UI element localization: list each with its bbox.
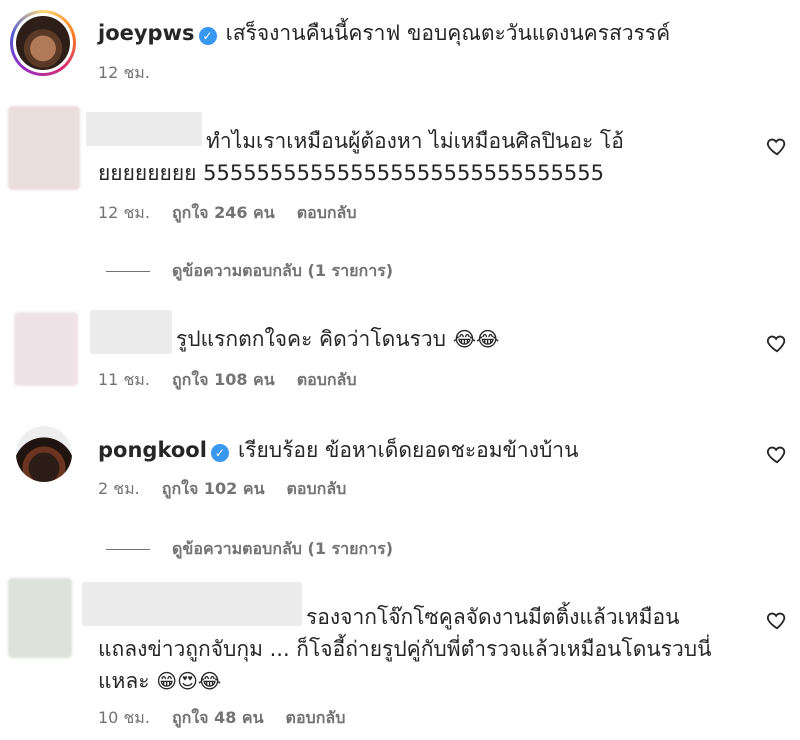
comment-time: 10 ชม. xyxy=(98,708,150,727)
comment-time: 12 ชม. xyxy=(98,203,150,222)
comment-row: pongkool ✓ เรียบร้อย ข้อหาเด็ดยอดชะอมข้าง… xyxy=(98,434,578,467)
heart-outline-icon[interactable] xyxy=(766,609,788,635)
heart-outline-icon[interactable] xyxy=(766,135,788,161)
avatar[interactable] xyxy=(14,312,78,386)
comment-time: 2 ชม. xyxy=(98,479,140,498)
comment-text: ยยยยยยยย 555555555555555555555555555555 xyxy=(98,161,604,185)
caption-username[interactable]: joeypws xyxy=(98,21,195,45)
view-replies-button[interactable]: ดูข้อความตอบกลับ (1 รายการ) xyxy=(106,259,393,284)
comment-time: 11 ชม. xyxy=(98,370,150,389)
reply-button[interactable]: ตอบกลับ xyxy=(297,370,357,389)
comment-text: เรียบร้อย ข้อหาเด็ดยอดชะอมข้างบ้าน xyxy=(238,438,579,462)
likes-count[interactable]: ถูกใจ 246 คน xyxy=(172,203,275,222)
emoji: 😁😍😂 xyxy=(156,669,222,693)
divider-line xyxy=(106,549,150,550)
comment-meta: 2 ชม. ถูกใจ 102 คน ตอบกลับ xyxy=(98,477,368,502)
caption-avatar[interactable] xyxy=(10,10,76,76)
comment-text: รูปแรกตกใจคะ คิดว่าโดนรวบ xyxy=(176,327,446,351)
reply-button[interactable]: ตอบกลับ xyxy=(297,203,357,222)
caption-time: 12 ชม. xyxy=(98,63,150,82)
comment-text-row: รูปแรกตกใจคะ คิดว่าโดนรวบ 😂😂 xyxy=(176,323,499,356)
comment-text: แถลงข่าวถูกจับกุม ... ก็โจอี้ถ่ายรูปคู่ก… xyxy=(98,637,712,661)
verified-badge-icon: ✓ xyxy=(210,443,229,462)
avatar[interactable] xyxy=(8,578,72,658)
view-replies-button[interactable]: ดูข้อความตอบกลับ (1 รายการ) xyxy=(106,537,393,562)
comment-text: รองจากโจ๊กโซคูลจัดงานมีตติ้งแล้วเหมือน xyxy=(306,605,680,629)
avatar[interactable] xyxy=(16,426,72,482)
caption-text: เสร็จงานคืนนี้คราฟ ขอบคุณตะวันแดงนครสวรร… xyxy=(225,21,671,45)
emoji: 😂😂 xyxy=(452,327,500,351)
heart-outline-icon[interactable] xyxy=(766,443,788,469)
caption-row: joeypws ✓ เสร็จงานคืนนี้คราฟ ขอบคุณตะวันแ… xyxy=(98,17,670,50)
comment-meta: 10 ชม. ถูกใจ 48 คน ตอบกลับ xyxy=(98,706,367,731)
comment-text: แหละ xyxy=(98,669,150,693)
likes-count[interactable]: ถูกใจ 108 คน xyxy=(172,370,275,389)
reply-button[interactable]: ตอบกลับ xyxy=(287,479,347,498)
divider-line xyxy=(106,271,150,272)
view-replies-label: ดูข้อความตอบกลับ (1 รายการ) xyxy=(172,539,394,558)
blurred-username[interactable] xyxy=(82,582,302,626)
heart-outline-icon[interactable] xyxy=(766,332,788,358)
comment-text: ทำไมเราเหมือนผู้ต้องหา ไม่เหมือนศิลปินอะ… xyxy=(206,129,624,153)
comment-text-row: แหละ 😁😍😂 xyxy=(98,665,221,698)
comment-meta: 12 ชม. ถูกใจ 246 คน ตอบกลับ xyxy=(98,201,379,226)
verified-badge-icon: ✓ xyxy=(198,26,217,45)
comment-meta: 11 ชม. ถูกใจ 108 คน ตอบกลับ xyxy=(98,368,379,393)
likes-count[interactable]: ถูกใจ 102 คน xyxy=(162,479,265,498)
comment-username[interactable]: pongkool xyxy=(98,438,207,462)
blurred-username[interactable] xyxy=(90,310,172,354)
avatar[interactable] xyxy=(8,106,80,190)
reply-button[interactable]: ตอบกลับ xyxy=(286,708,346,727)
likes-count[interactable]: ถูกใจ 48 คน xyxy=(172,708,264,727)
blurred-username[interactable] xyxy=(86,112,202,146)
view-replies-label: ดูข้อความตอบกลับ (1 รายการ) xyxy=(172,261,394,280)
